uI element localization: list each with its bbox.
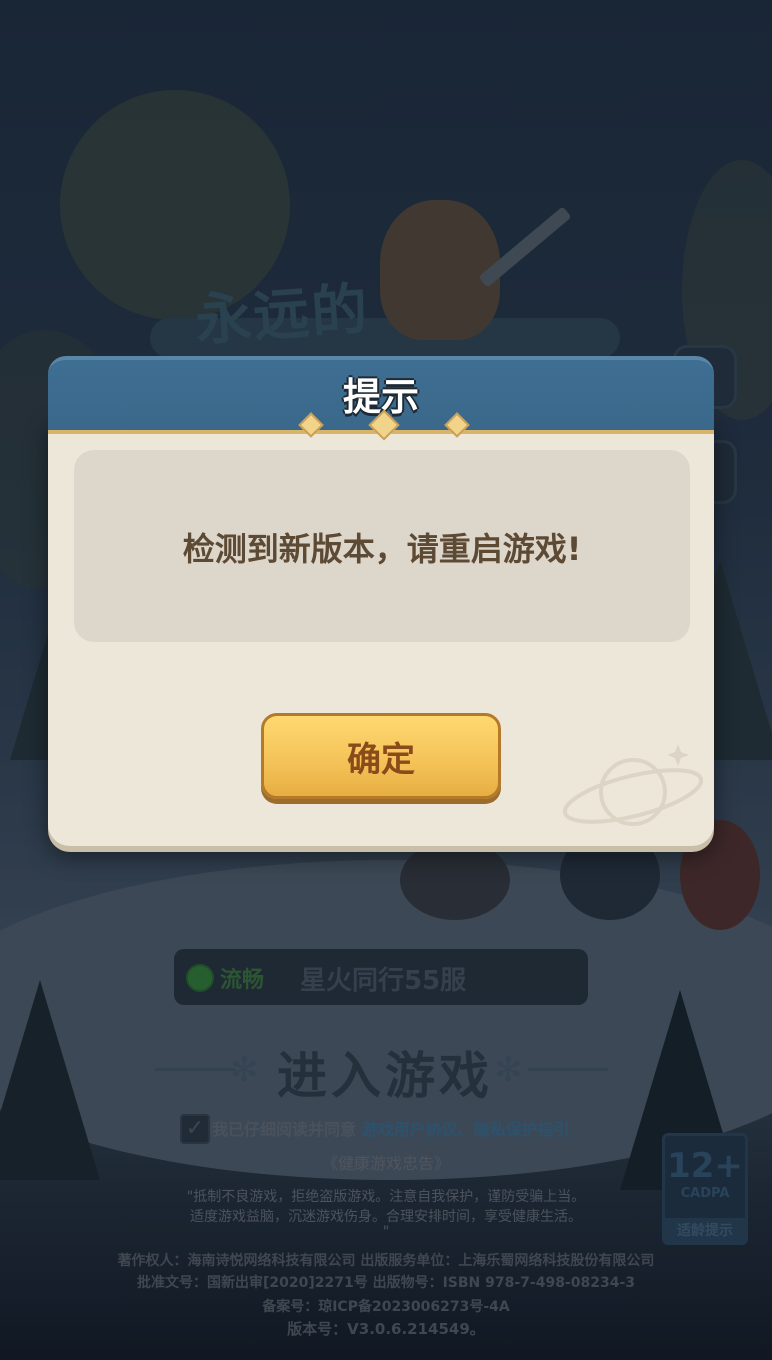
confirm-button-label: 确定 — [347, 740, 415, 780]
planet-watermark-icon — [562, 744, 704, 826]
confirm-button[interactable]: 确定 — [261, 713, 501, 799]
update-dialog: 提示 检测到新版本，请重启游戏! 确定 — [48, 356, 714, 846]
dialog-message: 检测到新版本，请重启游戏! — [182, 530, 582, 568]
message-panel: 检测到新版本，请重启游戏! — [74, 450, 690, 642]
